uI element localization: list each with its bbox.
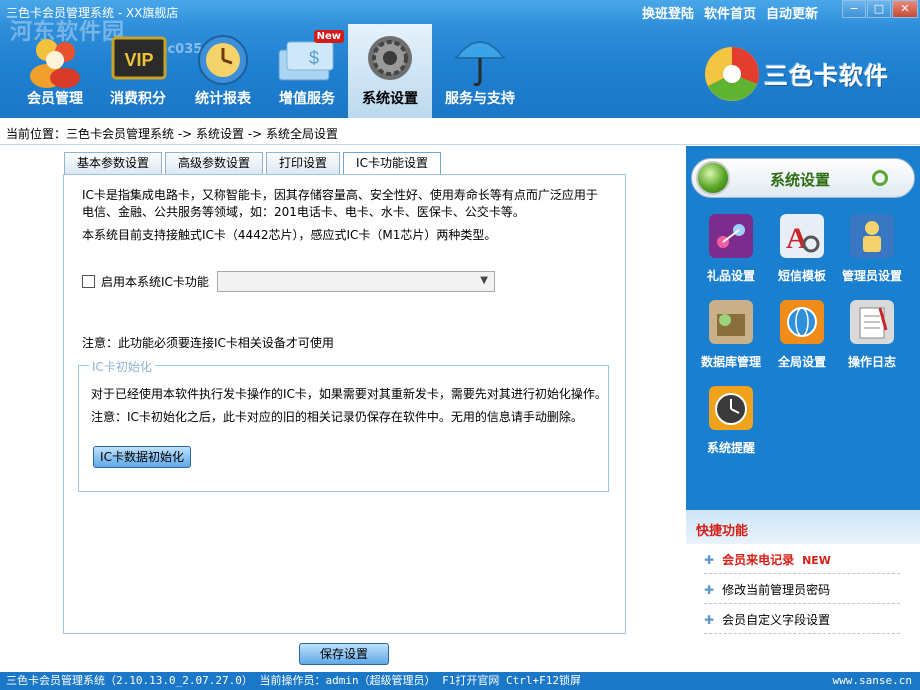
tab-basic-params[interactable]: 基本参数设置 [64, 152, 163, 174]
breadcrumb: 当前位置：三色卡会员管理系统 -> 系统设置 -> 系统全局设置 [0, 118, 920, 145]
tool-database-management[interactable]: 数据库管理 [693, 300, 769, 370]
ic-init-button[interactable]: IC卡数据初始化 [93, 446, 191, 468]
enable-ic-label: 启用本系统IC卡功能 [101, 275, 209, 289]
quick-item-label: 会员自定义字段设置 [722, 613, 831, 627]
status-bar: 三色卡会员管理系统（2.10.13.0_2.07.27.0） 当前操作员：adm… [0, 672, 920, 690]
tool-label: 礼品设置 [706, 269, 755, 283]
auto-update-link[interactable]: 自动更新 [766, 3, 818, 22]
plus-icon: ✚ [704, 583, 715, 597]
gift-icon [709, 214, 753, 258]
nav-member-management[interactable]: 会员管理 [16, 24, 94, 118]
quick-item-custom-fields[interactable]: ✚ 会员自定义字段设置 [704, 604, 900, 634]
software-home-link[interactable]: 软件首页 [704, 3, 756, 22]
alarm-clock-icon [709, 386, 753, 430]
tool-label: 数据库管理 [700, 355, 761, 369]
svg-text:$: $ [309, 48, 319, 68]
nav-service-support[interactable]: 服务与支持 [434, 24, 526, 118]
tool-label: 管理员设置 [841, 269, 902, 283]
database-icon [709, 300, 753, 344]
globe-icon [780, 300, 824, 344]
nav-label: 增值服务 [279, 91, 335, 107]
notice-text: 注意：此功能必须要连接IC卡相关设备才可使用 [82, 336, 334, 350]
init-line-1: 对于已经使用本软件执行发卡操作的IC卡，如果需要对其重新发卡，需要先对其进行初始… [91, 387, 607, 401]
intro-line-1: IC卡是指集成电路卡，又称智能卡，因其存储容量高、安全性好、使用寿命长等有点而广… [82, 188, 598, 202]
svg-text:VIP: VIP [124, 50, 153, 70]
ic-init-group: IC卡初始化 对于已经使用本软件执行发卡操作的IC卡，如果需要对其重新发卡，需要… [78, 358, 609, 492]
enable-ic-option[interactable]: 启用本系统IC卡功能 [82, 273, 209, 290]
top-banner: 三色卡会员管理系统 - XX旗舰店 换班登陆 软件首页 自动更新 − □ ✕ 河… [0, 0, 920, 118]
tool-label: 短信模板 [777, 269, 826, 283]
intro-line-2: 电信、金融、公共服务等领域，如：201电话卡、电卡、水卡、医保卡、公交卡等。 [82, 205, 525, 219]
new-badge: NEW [802, 554, 831, 567]
tool-admin-settings[interactable]: 管理员设置 [834, 214, 910, 284]
tool-operation-log[interactable]: 操作日志 [834, 300, 910, 370]
sidebar-title: 系统设置 [770, 171, 831, 189]
admin-icon [850, 214, 894, 258]
nav-consumption-points[interactable]: VIP 消费积分 [98, 24, 178, 118]
settings-tabs: 基本参数设置 高级参数设置 打印设置 IC卡功能设置 [64, 152, 444, 174]
top-links: 换班登陆 软件首页 自动更新 [642, 3, 818, 22]
tool-global-settings[interactable]: 全局设置 [764, 300, 840, 370]
brand-logo: 三色卡软件 [702, 42, 912, 106]
save-settings-button[interactable]: 保存设置 [299, 643, 389, 665]
quick-title: 快捷功能 [686, 510, 920, 544]
vip-icon: VIP [111, 36, 167, 80]
nav-label: 会员管理 [27, 91, 83, 107]
members-icon [30, 39, 80, 88]
ic-card-panel: IC卡是指集成电路卡，又称智能卡，因其存储容量高、安全性好、使用寿命长等有点而广… [63, 174, 626, 634]
tab-advanced-params[interactable]: 高级参数设置 [165, 152, 264, 174]
system-tools-panel: 系统设置 礼品设置 A 短信模板 管理员设置 数据库管理 全局设置 操作日志 系… [686, 146, 920, 510]
quick-item-label: 会员来电记录 [722, 553, 795, 567]
umbrella-icon [453, 41, 507, 86]
brand-name: 三色卡软件 [764, 62, 889, 90]
support-text: 本系统目前支持接触式IC卡（4442芯片），感应式IC卡（M1芯片）两种类型。 [82, 228, 497, 242]
status-text: 三色卡会员管理系统（2.10.13.0_2.07.27.0） 当前操作员：adm… [6, 674, 582, 687]
nav-label: 消费积分 [110, 91, 166, 107]
gear-icon [368, 36, 412, 80]
minimize-button[interactable]: − [842, 0, 866, 18]
quick-item-call-records[interactable]: ✚ 会员来电记录 NEW [704, 544, 900, 574]
log-icon [850, 300, 894, 344]
tab-print-settings[interactable]: 打印设置 [266, 152, 341, 174]
nav-label: 统计报表 [195, 91, 251, 107]
enable-ic-checkbox[interactable] [82, 275, 95, 288]
tab-ic-card-settings[interactable]: IC卡功能设置 [343, 152, 441, 174]
plus-icon: ✚ [704, 553, 715, 567]
nav-statistics[interactable]: 统计报表 [182, 24, 264, 118]
system-settings-header: 系统设置 [691, 158, 915, 198]
tool-label: 全局设置 [777, 355, 826, 369]
clock-icon [198, 35, 248, 85]
sms-template-icon: A [780, 214, 824, 258]
chevron-down-icon: ▼ [480, 275, 488, 286]
right-sidebar: 系统设置 礼品设置 A 短信模板 管理员设置 数据库管理 全局设置 操作日志 系… [686, 146, 920, 672]
nav-value-added-services[interactable]: $ New 增值服务 [266, 24, 348, 118]
window-controls: − □ ✕ [842, 0, 919, 18]
plus-icon: ✚ [704, 613, 715, 627]
nav-system-settings[interactable]: 系统设置 [348, 24, 432, 118]
new-badge: New [313, 30, 344, 43]
ring-icon [872, 170, 888, 186]
tool-label: 系统提醒 [706, 441, 755, 455]
status-url: www.sanse.cn [832, 674, 912, 687]
tool-gift-settings[interactable]: 礼品设置 [693, 214, 769, 284]
init-line-2: 注意：IC卡初始化之后，此卡对应的旧的相关记录仍保存在软件中。无用的信息请手动删… [91, 410, 583, 424]
tool-sms-template[interactable]: A 短信模板 [764, 214, 840, 284]
maximize-button[interactable]: □ [867, 0, 891, 18]
close-button[interactable]: ✕ [892, 0, 918, 18]
main-content: 基本参数设置 高级参数设置 打印设置 IC卡功能设置 IC卡是指集成电路卡，又称… [0, 146, 686, 672]
shift-login-link[interactable]: 换班登陆 [642, 3, 694, 22]
three-color-logo-icon [705, 47, 759, 101]
quick-item-label: 修改当前管理员密码 [722, 583, 831, 597]
green-orb-icon [696, 161, 730, 195]
quick-functions: 快捷功能 ✚ 会员来电记录 NEW ✚ 修改当前管理员密码 ✚ 会员自定义字段设置 [686, 510, 920, 672]
nav-label: 系统设置 [362, 91, 418, 107]
quick-item-change-password[interactable]: ✚ 修改当前管理员密码 [704, 574, 900, 604]
ic-init-legend: IC卡初始化 [89, 358, 155, 375]
nav-label: 服务与支持 [445, 91, 515, 107]
tool-label: 操作日志 [847, 355, 896, 369]
title-bar: 三色卡会员管理系统 - XX旗舰店 换班登陆 软件首页 自动更新 − □ ✕ [0, 0, 920, 24]
tool-system-reminder[interactable]: 系统提醒 [693, 386, 769, 456]
ic-type-select[interactable]: ▼ [217, 271, 495, 292]
